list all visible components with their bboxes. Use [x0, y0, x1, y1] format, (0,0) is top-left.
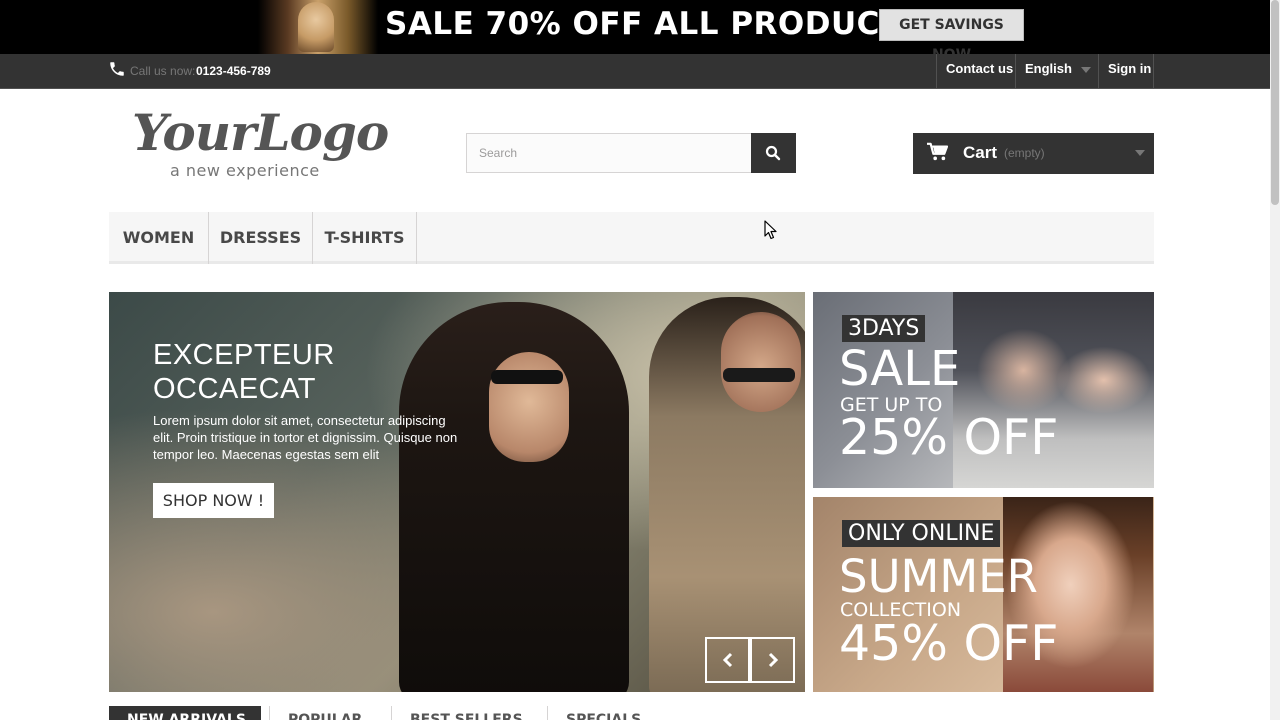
- menu-item-women[interactable]: WOMEN: [109, 212, 209, 264]
- category-menu: WOMEN DRESSES T-SHIRTS: [109, 212, 1154, 264]
- banner-tag: 3DAYS: [842, 315, 926, 342]
- slider-next-button[interactable]: [750, 637, 795, 683]
- chevron-left-icon: [722, 652, 733, 668]
- chevron-down-icon: [1135, 150, 1145, 156]
- cart-label: Cart: [963, 143, 998, 162]
- phone-icon: [110, 62, 124, 76]
- banner-headline: SUMMER: [839, 550, 1038, 603]
- banner-offer: 25% OFF: [839, 409, 1059, 466]
- banner-tag: ONLY ONLINE: [842, 520, 1001, 547]
- phone-number: 0123-456-789: [196, 64, 271, 78]
- storefront-page: SALE 70% OFF ALL PRODUCTS GET SAVINGS NO…: [0, 0, 1280, 720]
- language-label: English: [1025, 61, 1072, 76]
- chevron-right-icon: [768, 652, 779, 668]
- search-icon: [765, 145, 781, 161]
- menu-item-dresses[interactable]: DRESSES: [209, 212, 313, 264]
- get-savings-button[interactable]: GET SAVINGS NOW: [879, 9, 1024, 63]
- promo-text: SALE 70% OFF ALL PRODUCTS: [385, 6, 925, 42]
- slider-model-man-face: [721, 312, 801, 412]
- cart-icon: [927, 142, 948, 161]
- slide-title: EXCEPTEUR OCCAECAT: [153, 339, 335, 405]
- slider-prev-button[interactable]: [705, 637, 750, 683]
- menu-item-t-shirts[interactable]: T-SHIRTS: [313, 212, 417, 264]
- tab-popular[interactable]: POPULAR: [269, 706, 380, 720]
- promo-banner-summer[interactable]: ONLY ONLINE SUMMER COLLECTION 45% OFF: [813, 497, 1154, 692]
- top-nav-bar: Call us now: 0123-456-789 Contact us Eng…: [0, 54, 1280, 89]
- banner-offer: 45% OFF: [839, 615, 1059, 672]
- language-selector[interactable]: English: [1015, 54, 1099, 88]
- product-tabs: NEW ARRIVALS POPULAR BEST SELLERS SPECIA…: [109, 706, 1154, 720]
- cart-dropdown[interactable]: Cart (empty): [913, 133, 1154, 174]
- banner-headline: SALE: [839, 341, 961, 397]
- call-us-label: Call us now:: [130, 64, 196, 78]
- scrollbar-thumb[interactable]: [1271, 0, 1279, 205]
- tab-new-arrivals[interactable]: NEW ARRIVALS: [109, 706, 261, 720]
- shop-now-button[interactable]: SHOP NOW !: [153, 483, 274, 518]
- search-button[interactable]: [751, 133, 796, 173]
- sunglasses-image: [723, 368, 795, 382]
- tab-specials[interactable]: SPECIALS: [547, 706, 659, 720]
- promo-banner[interactable]: SALE 70% OFF ALL PRODUCTS GET SAVINGS NO…: [0, 0, 1280, 63]
- promo-model-face: [298, 2, 334, 52]
- search-input[interactable]: [466, 133, 752, 173]
- mouse-cursor-icon: [764, 220, 777, 240]
- site-logo[interactable]: YourLogo: [132, 103, 389, 162]
- chevron-down-icon: [1081, 67, 1091, 73]
- homepage-slider[interactable]: EXCEPTEUR OCCAECAT Lorem ipsum dolor sit…: [109, 292, 805, 692]
- logo-tagline: a new experience: [170, 161, 320, 180]
- contact-us-link[interactable]: Contact us: [936, 54, 1015, 88]
- slider-model-woman-face: [489, 352, 569, 462]
- tab-best-sellers[interactable]: BEST SELLERS: [391, 706, 541, 720]
- sign-in-link[interactable]: Sign in: [1098, 54, 1154, 88]
- cart-status: (empty): [1004, 146, 1045, 160]
- promo-banner-sale[interactable]: 3DAYS SALE GET UP TO 25% OFF: [813, 292, 1154, 488]
- sunglasses-image: [491, 370, 563, 384]
- slide-description: Lorem ipsum dolor sit amet, consectetur …: [153, 413, 458, 462]
